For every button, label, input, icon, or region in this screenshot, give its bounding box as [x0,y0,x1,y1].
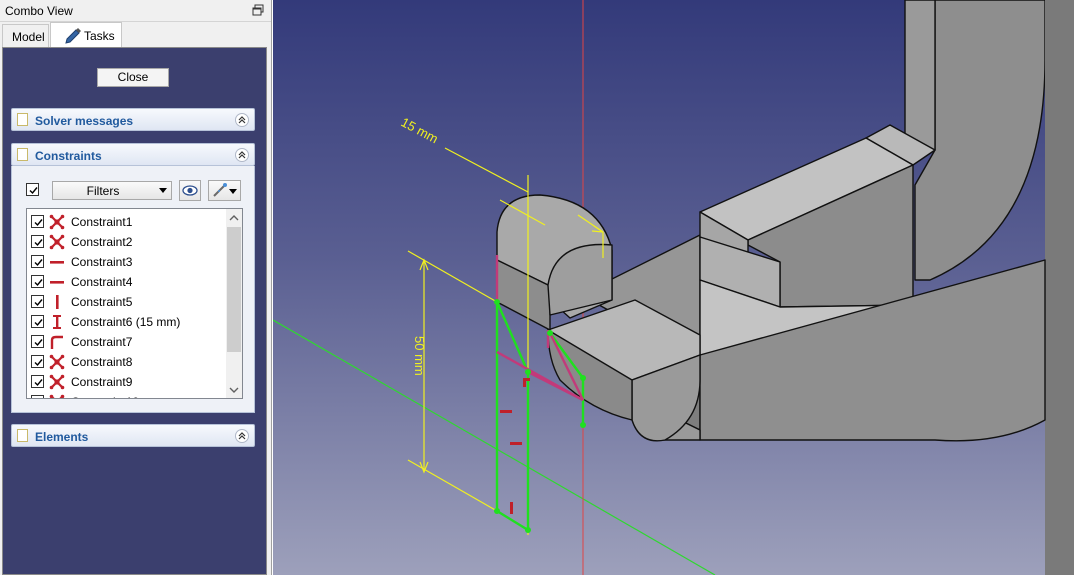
list-item[interactable]: Constraint8 [27,351,227,371]
constraints-label: Constraints [35,149,102,163]
coincident-icon [49,354,65,370]
coincident-icon [49,214,65,230]
coincident-icon [49,374,65,390]
panel-page-icon [17,148,28,161]
constraint-checkbox[interactable] [31,295,44,308]
dimension-15mm-label[interactable]: 15 mm [399,114,441,146]
list-item[interactable]: Constraint4 [27,271,227,291]
constraint-checkbox[interactable] [31,375,44,388]
collapse-icon[interactable] [235,113,249,127]
constraint-label: Constraint2 [71,235,133,249]
constraint-checkbox[interactable] [31,335,44,348]
combo-view-panel: Combo View Model Tasks Close Solver mess… [0,0,272,575]
list-item[interactable]: Constraint3 [27,251,227,271]
filters-dropdown[interactable]: Filters [52,181,172,200]
panel-page-icon [17,429,28,442]
tab-tasks[interactable]: Tasks [50,22,122,48]
close-button[interactable]: Close [97,68,169,87]
collapse-icon[interactable] [235,148,249,162]
list-item[interactable]: Constraint2 [27,231,227,251]
elements-label: Elements [35,430,89,444]
pencil-icon [65,28,81,44]
elements-header[interactable]: Elements [11,424,255,447]
list-item[interactable]: Constraint7 [27,331,227,351]
horizontal-icon [49,274,65,290]
visibility-toggle-button[interactable] [179,180,201,201]
tab-tasks-label: Tasks [84,29,115,43]
tab-model[interactable]: Model [2,24,49,47]
solver-messages-header[interactable]: Solver messages [11,108,255,131]
list-item[interactable]: Constraint6 (15 mm) [27,311,227,331]
solid-body[interactable] [496,0,1074,575]
solver-messages-label: Solver messages [35,114,134,128]
eye-icon [182,185,198,196]
constraint-checkbox[interactable] [31,255,44,268]
tab-bar: Model Tasks [0,22,271,48]
undock-icon[interactable] [251,3,265,17]
list-item[interactable]: Constraint1 [27,211,227,231]
filters-label: Filters [86,184,120,198]
constraint-label: Constraint4 [71,275,133,289]
constraint-label: Constraint5 [71,295,133,309]
panel-page-icon [17,113,28,126]
constraint-label: Constraint7 [71,335,133,349]
chevron-down-icon [159,188,167,193]
scroll-up-icon[interactable] [226,210,242,226]
list-scrollbar[interactable] [226,209,242,398]
coincident-icon [49,234,65,250]
filter-checkbox[interactable] [26,183,39,196]
list-item[interactable]: Constraint5 [27,291,227,311]
constraints-header[interactable]: Constraints [11,143,255,166]
dimension-50mm[interactable] [407,250,498,512]
combo-view-title: Combo View [5,4,73,18]
3d-viewport[interactable]: 15 mm 50 mm [273,0,1074,575]
list-item[interactable]: Constraint10 [27,391,227,398]
constraints-list: Constraint1 Constraint2 Constraint3 Constra… [26,208,243,399]
coincident-icon [49,394,65,398]
scroll-down-icon[interactable] [226,382,242,398]
constraint-checkbox[interactable] [31,395,44,398]
chevron-down-icon [229,189,237,194]
vertical-icon [49,294,65,310]
settings-menu-button[interactable] [208,180,241,201]
vertical-distance-icon [49,314,65,330]
constraint-checkbox[interactable] [31,275,44,288]
collapse-icon[interactable] [235,429,249,443]
combo-view-titlebar: Combo View [0,0,271,22]
horizontal-icon [49,254,65,270]
constraint-label: Constraint8 [71,355,133,369]
constraint-checkbox[interactable] [31,355,44,368]
constraint-label: Constraint10 [71,395,139,398]
tangent-icon [49,334,65,350]
constraint-checkbox[interactable] [31,315,44,328]
constraint-label: Constraint3 [71,255,133,269]
constraint-label: Constraint6 (15 mm) [71,315,181,329]
scroll-thumb[interactable] [227,227,241,352]
constraint-label: Constraint1 [71,215,133,229]
constraint-checkbox[interactable] [31,215,44,228]
constraint-checkbox[interactable] [31,235,44,248]
tab-model-label: Model [12,30,45,44]
constraints-panel-body: Filters Constraint1 Constraint2 Constraint… [11,166,255,413]
list-item[interactable]: Constraint9 [27,371,227,391]
dimension-50mm-label[interactable]: 50 mm [412,336,427,376]
constraint-markers [500,378,530,514]
constraint-label: Constraint9 [71,375,133,389]
